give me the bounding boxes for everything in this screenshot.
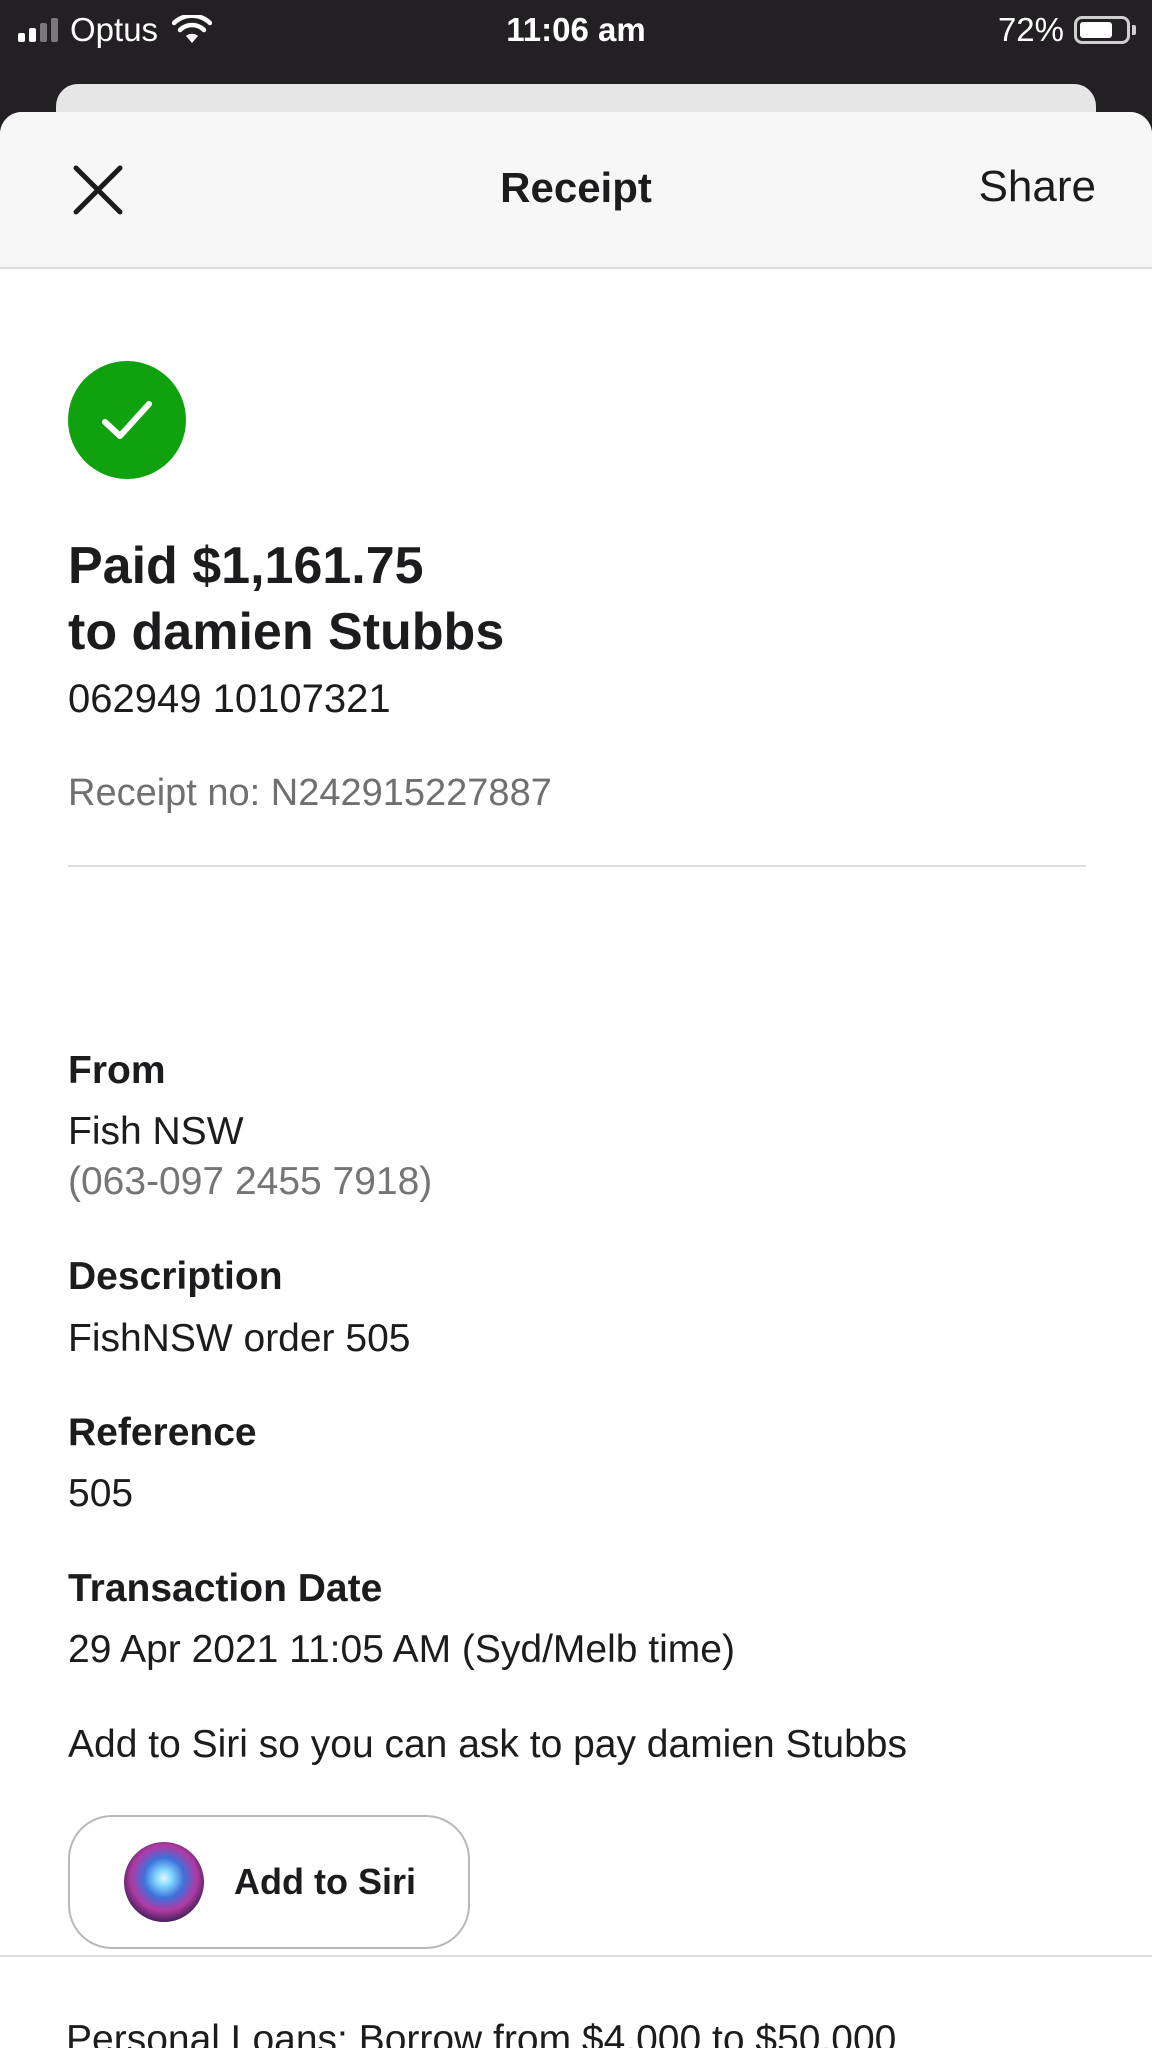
from-account: (063-097 2455 7918)	[68, 1160, 433, 1203]
payment-headline: Paid $1,161.75 to damien Stubbs	[68, 533, 504, 665]
from-name: Fish NSW	[68, 1110, 244, 1153]
payee-account: 062949 10107321	[68, 677, 391, 721]
receipt-sheet: Receipt Share Paid $1,161.75 to damien S…	[0, 112, 1152, 2048]
personal-loans-promo[interactable]: Personal Loans: Borrow from $4,000 to $5…	[66, 2018, 896, 2048]
add-to-siri-button[interactable]: Add to Siri	[68, 1815, 470, 1949]
reference-label: Reference	[68, 1411, 257, 1454]
status-right: 72%	[998, 8, 1136, 52]
status-bar: Optus 11:06 am 72%	[0, 0, 1152, 62]
transaction-date-label: Transaction Date	[68, 1567, 383, 1610]
receipt-number: Receipt no: N242915227887	[68, 772, 552, 814]
siri-icon	[124, 1842, 204, 1922]
description-label: Description	[68, 1255, 283, 1298]
checkmark-icon	[102, 401, 152, 439]
from-label: From	[68, 1049, 166, 1092]
battery-fill	[1080, 22, 1112, 38]
nav-bar: Receipt Share	[0, 112, 1152, 269]
siri-hint: Add to Siri so you can ask to pay damien…	[68, 1723, 907, 1766]
check-circle-icon	[68, 361, 186, 479]
transaction-date-value: 29 Apr 2021 11:05 AM (Syd/Melb time)	[68, 1628, 735, 1671]
description-value: FishNSW order 505	[68, 1317, 411, 1360]
divider	[68, 865, 1086, 867]
payee-name: to damien Stubbs	[68, 603, 505, 661]
paid-amount: Paid $1,161.75	[68, 537, 424, 595]
status-time: 11:06 am	[506, 11, 646, 48]
reference-value: 505	[68, 1472, 134, 1515]
share-button[interactable]: Share	[979, 162, 1096, 212]
battery-percent: 72%	[997, 11, 1064, 48]
bottom-divider	[0, 1955, 1152, 1957]
battery-icon	[1074, 16, 1130, 44]
battery-nub	[1132, 25, 1136, 35]
add-to-siri-label: Add to Siri	[234, 1861, 416, 1902]
